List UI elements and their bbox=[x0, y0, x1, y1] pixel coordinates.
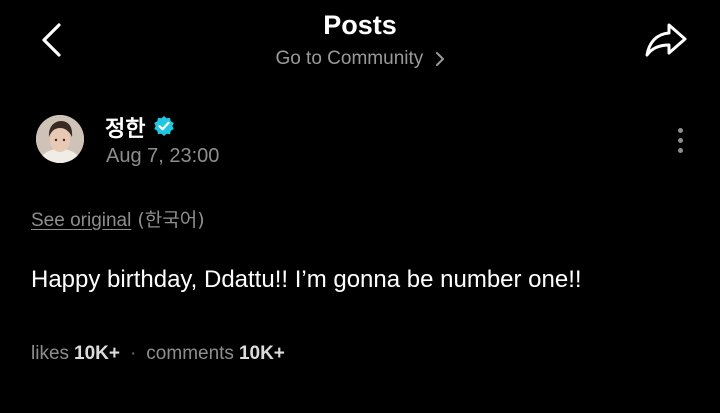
likes-label: likes bbox=[31, 343, 70, 364]
comments-count: 10K+ bbox=[238, 343, 285, 364]
more-options-button[interactable] bbox=[666, 120, 694, 160]
share-arrow-icon bbox=[645, 23, 687, 57]
page-title: Posts bbox=[323, 10, 397, 40]
avatar[interactable] bbox=[36, 115, 84, 163]
more-dot bbox=[677, 147, 683, 153]
likes-stat[interactable]: likes 10K+ bbox=[31, 343, 120, 364]
post-stats: likes 10K+ · comments 10K+ bbox=[31, 343, 285, 365]
go-to-community-link[interactable]: Go to Community bbox=[275, 48, 444, 69]
top-bar: Posts Go to Community bbox=[0, 0, 720, 90]
chevron-right-icon bbox=[435, 51, 444, 66]
more-dot bbox=[677, 137, 683, 143]
author-photo-icon bbox=[36, 115, 84, 163]
comments-stat[interactable]: comments 10K+ bbox=[146, 343, 285, 364]
post-header: 정한 Aug 7, 23:00 bbox=[0, 105, 720, 175]
original-language-label: (한국어) bbox=[137, 209, 205, 231]
verified-badge-icon bbox=[154, 116, 174, 136]
stats-separator: · bbox=[129, 343, 137, 364]
more-vertical-icon bbox=[677, 127, 683, 133]
share-button[interactable] bbox=[640, 18, 692, 62]
author-name[interactable]: 정한 bbox=[105, 111, 145, 143]
community-link-label: Go to Community bbox=[275, 48, 424, 69]
comments-label: comments bbox=[146, 343, 234, 364]
see-original-link[interactable]: See original bbox=[31, 210, 131, 231]
post-body-text: Happy birthday, Ddattu!! I’m gonna be nu… bbox=[31, 266, 582, 293]
post-timestamp: Aug 7, 23:00 bbox=[106, 145, 220, 167]
likes-count: 10K+ bbox=[74, 343, 120, 364]
translation-row: See original (한국어) bbox=[31, 205, 205, 232]
